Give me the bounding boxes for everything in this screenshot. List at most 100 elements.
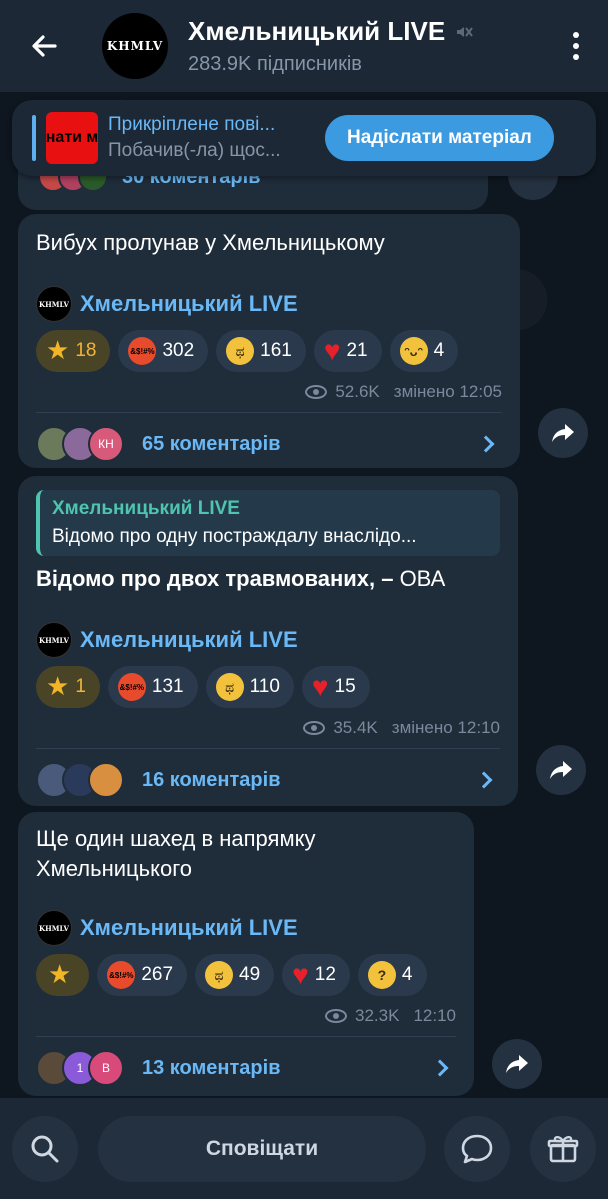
signature-name[interactable]: Хмельницький LIVE	[80, 915, 298, 941]
reaction-grin[interactable]: ᵔᴗᵔ 4	[389, 330, 459, 372]
star-icon: ★	[48, 960, 72, 990]
crying-face-icon: ಥ	[226, 337, 255, 365]
message-bubble: Вибух пролунав у Хмельницькому KHMLV Хме…	[18, 214, 520, 468]
muted-speaker-icon	[457, 26, 473, 37]
arrow-left-icon	[32, 35, 57, 57]
reaction-heart[interactable]: ♥ 12	[282, 954, 350, 996]
search-icon	[31, 1135, 59, 1163]
send-material-button[interactable]: Надіслати матеріал	[325, 115, 554, 161]
message-text: Вибух пролунав у Хмельницькому	[36, 230, 385, 255]
reaction-count: 1	[75, 676, 86, 697]
star-icon: ★	[46, 672, 70, 702]
crying-face-icon: ಥ	[205, 961, 234, 989]
reaction-count: 267	[141, 964, 174, 985]
message-text: Відомо про двох травмованих, – ОВА	[18, 556, 518, 594]
reaction-count: 302	[162, 340, 195, 361]
quote-title: Хмельницький LIVE	[52, 498, 240, 519]
share-button[interactable]	[492, 1039, 542, 1089]
thinking-face-icon: ?	[367, 961, 396, 989]
reaction-count: 15	[334, 676, 356, 697]
search-button[interactable]	[12, 1116, 78, 1182]
reaction-star[interactable]: ★ 1	[36, 666, 100, 708]
views-icon	[303, 721, 326, 735]
reaction-star[interactable]: ★	[36, 954, 90, 996]
notify-button[interactable]: Сповіщати	[98, 1116, 426, 1182]
grinning-face-icon: ᵔᴗᵔ	[399, 337, 428, 365]
more-vertical-icon[interactable]	[556, 16, 596, 76]
pinned-thumbnail: нати м	[46, 112, 98, 164]
comments-button[interactable]: КН 65 коментарів	[18, 413, 520, 475]
reaction-count: 21	[346, 340, 368, 361]
channel-title: Хмельницький LIVE	[188, 16, 446, 46]
chevron-right-icon	[477, 435, 495, 453]
back-button[interactable]	[14, 16, 74, 76]
channel-header: KHMLV Хмельницький LIVE 283.9K підписник…	[0, 0, 608, 92]
message-bubble: Ще один шахед в напрямку Хмельницького K…	[18, 812, 474, 1096]
pinned-message-banner[interactable]: нати м Прикріплене пові... Побачив(-ла) …	[12, 100, 596, 176]
reaction-count: 18	[75, 340, 97, 361]
channel-info[interactable]: Хмельницький LIVE 283.9K підписників	[188, 16, 556, 76]
quote-text: Відомо про одну постраждалу внаслідо...	[52, 526, 417, 547]
heart-icon: ♥	[292, 959, 309, 990]
gift-button[interactable]	[530, 1116, 596, 1182]
reaction-heart[interactable]: ♥ 21	[313, 330, 382, 372]
message-text-rest: ОВА	[393, 566, 446, 591]
view-count: 52.6K	[335, 382, 380, 401]
reaction-cry[interactable]: ಥ 110	[205, 666, 294, 708]
subscriber-count: 283.9K підписників	[188, 53, 362, 75]
view-count: 35.4K	[333, 718, 378, 737]
comments-button[interactable]: 1 B 13 коментарів	[18, 1037, 474, 1099]
gift-icon	[547, 1136, 579, 1163]
message-time: змінено 12:05	[393, 382, 502, 401]
channel-avatar[interactable]: KHMLV	[102, 13, 168, 79]
view-count: 32.3K	[355, 1006, 400, 1025]
comments-label: 16 коментарів	[142, 768, 281, 791]
chevron-right-icon	[431, 1059, 449, 1077]
share-arrow-icon	[506, 1055, 528, 1073]
comments-label: 65 коментарів	[142, 432, 281, 455]
comments-label: 13 коментарів	[142, 1056, 281, 1079]
reaction-count: 110	[249, 676, 280, 697]
heart-icon: ♥	[311, 671, 329, 702]
signature-name[interactable]: Хмельницький LIVE	[80, 291, 298, 317]
reaction-angry[interactable]: &$!#% 267	[97, 954, 188, 996]
views-icon	[325, 1009, 348, 1023]
reaction-think[interactable]: ? 4	[357, 954, 427, 996]
reaction-count: 12	[314, 964, 336, 985]
message-time: змінено 12:10	[391, 718, 500, 737]
message-bubble: Хмельницький LIVE Відомо про одну постра…	[18, 476, 518, 806]
share-button[interactable]	[536, 745, 586, 795]
pinned-title: Прикріплене пові...	[108, 114, 276, 135]
reaction-heart[interactable]: ♥ 15	[301, 666, 370, 708]
comments-button[interactable]: 16 коментарів	[18, 749, 518, 811]
reaction-star[interactable]: ★ 18	[36, 330, 111, 372]
share-arrow-icon	[552, 424, 574, 442]
reaction-angry[interactable]: &$!#% 302	[118, 330, 209, 372]
pinned-indicator	[32, 115, 36, 161]
discussion-button[interactable]	[444, 1116, 510, 1182]
message-text-bold: Відомо про двох травмованих, –	[36, 566, 394, 591]
message-time: 12:10	[413, 1006, 456, 1025]
signature-avatar: KHMLV	[36, 286, 72, 322]
message-text-line: Хмельницького	[36, 856, 192, 881]
reaction-count: 4	[401, 964, 413, 985]
message-text: Ще один шахед в напрямку Хмельницького	[18, 812, 474, 884]
reaction-cry[interactable]: ಥ 161	[216, 330, 306, 372]
pinned-subtitle: Побачив(-ла) щос...	[108, 140, 281, 161]
signature-name[interactable]: Хмельницький LIVE	[80, 627, 298, 653]
angry-face-icon: &$!#%	[128, 337, 157, 365]
reaction-count: 161	[260, 340, 292, 361]
reply-quote[interactable]: Хмельницький LIVE Відомо про одну постра…	[36, 490, 500, 556]
reaction-cry[interactable]: ಥ 49	[195, 954, 275, 996]
bottom-bar: Сповіщати	[0, 1098, 608, 1199]
message-text-line: Ще один шахед в напрямку	[36, 826, 316, 851]
chat-bubble-icon	[461, 1134, 493, 1164]
reaction-count: 131	[151, 676, 184, 697]
reaction-angry[interactable]: &$!#% 131	[107, 666, 198, 708]
reaction-count: 49	[239, 964, 261, 985]
reaction-count: 4	[433, 340, 445, 361]
views-icon	[305, 385, 328, 399]
angry-face-icon: &$!#%	[117, 673, 146, 701]
share-button[interactable]	[538, 408, 588, 458]
comment-avatar: B	[88, 1050, 124, 1086]
